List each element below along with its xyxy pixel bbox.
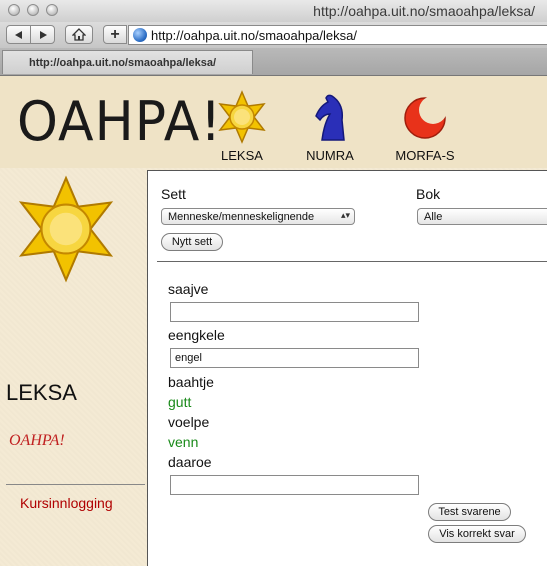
url-text: http://oahpa.uit.no/smaoahpa/leksa/ — [151, 27, 357, 43]
answer-field[interactable] — [170, 302, 419, 322]
close-window-button[interactable] — [8, 4, 20, 16]
active-tab[interactable]: http://oahpa.uit.no/smaoahpa/leksa/ — [2, 50, 253, 74]
nav-morfa-s[interactable]: MORFA-S — [380, 90, 470, 163]
sidebar: LEKSA OAHPA! Kursinnlogging — [0, 168, 147, 566]
sun-icon — [218, 90, 266, 144]
knight-icon — [315, 94, 345, 141]
back-button[interactable] — [6, 25, 31, 44]
zoom-window-button[interactable] — [46, 4, 58, 16]
add-bookmark-button[interactable]: + — [103, 25, 127, 44]
nytt-sett-button[interactable]: Nytt sett — [161, 233, 223, 251]
sidebar-subtitle: OAHPA! — [9, 432, 65, 449]
sidebar-divider — [6, 484, 145, 485]
address-bar[interactable]: http://oahpa.uit.no/smaoahpa/leksa/ — [128, 25, 547, 45]
window-title: http://oahpa.uit.no/smaoahpa/leksa/ — [313, 3, 535, 19]
forward-button[interactable] — [30, 25, 55, 44]
minimize-window-button[interactable] — [27, 4, 39, 16]
word-prompt: baahtje — [168, 374, 214, 390]
bok-select[interactable]: Alle — [417, 208, 547, 225]
nav-leksa-label: LEKSA — [221, 148, 263, 163]
answer-field[interactable]: engel — [170, 348, 419, 368]
forward-arrow-icon — [39, 30, 47, 39]
word-prompt: voelpe — [168, 414, 210, 430]
back-arrow-icon — [14, 30, 22, 39]
form-divider — [157, 261, 547, 262]
kursinnlogging-link[interactable]: Kursinnlogging — [20, 495, 113, 511]
answer-field[interactable] — [170, 475, 419, 495]
moon-icon — [404, 96, 447, 139]
title-bar: http://oahpa.uit.no/smaoahpa/leksa/ — [0, 0, 547, 23]
word-prompt: daaroe — [168, 454, 212, 470]
word-prompt: saajve — [168, 281, 209, 297]
bok-select-value: Alle — [424, 210, 443, 223]
test-svarene-button[interactable]: Test svarene — [428, 503, 511, 521]
tab-bar: http://oahpa.uit.no/smaoahpa/leksa/ — [0, 48, 547, 76]
nav-numra-label: NUMRA — [306, 148, 354, 163]
nav-morfa-s-label: MORFA-S — [395, 148, 455, 163]
site-logo[interactable]: OAHPA! — [17, 91, 222, 154]
select-arrows-icon: ▴▾ — [340, 210, 350, 220]
globe-icon — [133, 28, 147, 42]
bok-label: Bok — [416, 186, 441, 202]
nav-leksa[interactable]: LEKSA — [197, 90, 287, 163]
sett-select[interactable]: Menneske/menneskelignende ▴▾ — [161, 208, 355, 225]
site-header: OAHPA! LEKSA NUMRA MORFA-S — [0, 76, 547, 168]
exercise-panel: Sett Menneske/menneskelignende ▴▾ Bok Al… — [147, 170, 547, 566]
sun-icon — [18, 175, 114, 283]
home-button[interactable] — [65, 25, 93, 44]
correct-answer: gutt — [168, 394, 192, 410]
sett-select-value: Menneske/menneskelignende — [168, 210, 315, 223]
word-prompt: eengkele — [168, 327, 225, 343]
nav-numra[interactable]: NUMRA — [285, 90, 375, 163]
sett-label: Sett — [161, 186, 186, 202]
sidebar-title: LEKSA — [6, 380, 77, 405]
browser-toolbar: + http://oahpa.uit.no/smaoahpa/leksa/ — [0, 22, 547, 48]
vis-korrekt-svar-button[interactable]: Vis korrekt svar — [428, 525, 526, 543]
correct-answer: venn — [168, 434, 199, 450]
home-icon — [72, 28, 86, 41]
